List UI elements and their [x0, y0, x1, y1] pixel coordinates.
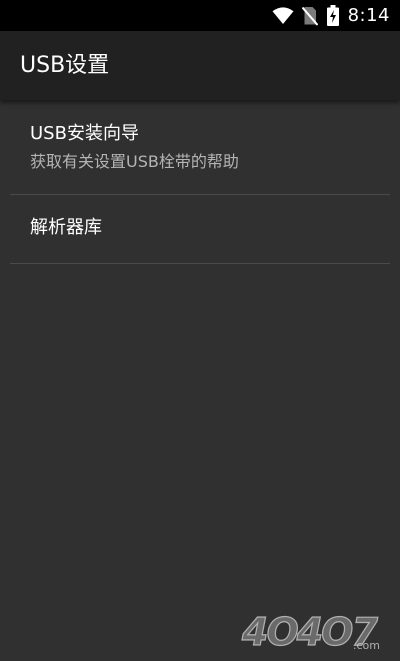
status-clock: 8:14 [347, 5, 390, 26]
watermark-suffix: .com [353, 639, 380, 652]
toolbar-title: USB设置 [20, 53, 110, 78]
pref-item-summary: 获取有关设置USB栓带的帮助 [30, 152, 239, 171]
pref-item-title: 解析器库 [30, 217, 102, 238]
pref-item-title: USB安装向导 [30, 123, 139, 144]
wifi-icon [272, 6, 294, 24]
no-sim-icon [301, 6, 318, 26]
battery-charging-icon [326, 5, 339, 26]
status-bar: 8:14 [0, 0, 400, 31]
preference-list: USB安装向导 获取有关设置USB栓带的帮助 解析器库 [0, 100, 400, 264]
app-toolbar: USB设置 [0, 31, 400, 100]
screen: 8:14 USB设置 USB安装向导 获取有关设置USB栓带的帮助 解析器库 4… [0, 0, 400, 661]
watermark-logo: 4O4O7 .com [240, 609, 381, 653]
status-icons: 8:14 [272, 0, 390, 31]
pref-item-parser-library[interactable]: 解析器库 [10, 195, 390, 264]
pref-item-usb-setup-wizard[interactable]: USB安装向导 获取有关设置USB栓带的帮助 [10, 100, 390, 195]
